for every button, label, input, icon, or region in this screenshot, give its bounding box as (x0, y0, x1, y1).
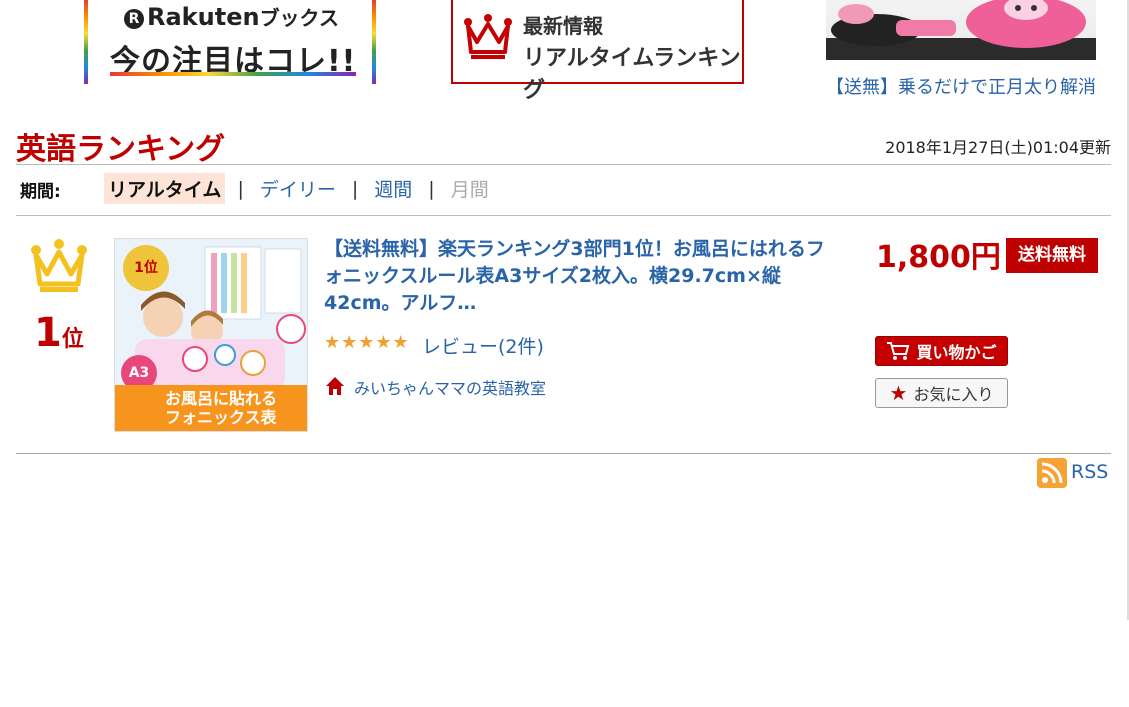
add-to-favorites-button[interactable]: ★ お気に入り (875, 378, 1008, 408)
divider (16, 453, 1111, 454)
product-title-link[interactable]: 【送料無料】楽天ランキング3部門1位！お風呂にはれるフォニックスルール表A3サイ… (324, 236, 834, 317)
shop-link[interactable]: みいちゃんママの英語教室 (354, 375, 546, 399)
tab-separator: | (351, 177, 359, 200)
rainbow-underline (110, 72, 356, 76)
gold-crown-icon (31, 239, 87, 292)
crown-icon (464, 14, 512, 59)
rakuten-books-logo: R Rakutenブックス (124, 2, 339, 31)
thumbnail-caption: お風呂に貼れる フォニックス表 (165, 389, 278, 427)
banner-line1: 最新情報 (523, 14, 603, 38)
rss-icon[interactable] (1037, 458, 1067, 488)
updated-timestamp: 2018年1月27日(土)01:04更新 (885, 138, 1111, 157)
ad-link[interactable]: 【送無】乗るだけで正月太り解消 (826, 74, 1106, 101)
tab-monthly: 月間 (450, 179, 489, 201)
reviews-link[interactable]: レビュー(2件) (422, 332, 544, 359)
tab-weekly[interactable]: 週間 (370, 175, 416, 202)
star-icon: ★ (889, 381, 908, 405)
tab-realtime[interactable]: リアルタイム (104, 173, 226, 204)
product-thumbnail[interactable]: 1位 A3 お風呂に貼れる フォニックス表 (114, 238, 308, 432)
period-tabs: リアルタイム | デイリー | 週間 | 月間 (104, 173, 493, 204)
rakuten-r-icon: R (124, 9, 144, 29)
divider (16, 215, 1111, 216)
tab-separator: | (237, 177, 244, 200)
tab-separator: | (428, 177, 435, 200)
page-title: 英語ランキング (16, 132, 226, 167)
rank-badge: 1位 (123, 245, 169, 291)
divider (16, 164, 1111, 165)
period-label: 期間: (20, 182, 61, 202)
banner-line2: リアルタイムランキング (523, 46, 741, 103)
rss-link[interactable]: RSS (1071, 461, 1108, 483)
realtime-ranking-banner[interactable]: 最新情報 リアルタイムランキング (451, 0, 744, 103)
home-icon (326, 377, 344, 395)
tab-daily[interactable]: デイリー (256, 175, 340, 202)
add-to-cart-button[interactable]: 買い物かご (875, 336, 1008, 366)
ad-product-image[interactable] (826, 0, 1096, 60)
rakuten-books-banner[interactable]: R Rakutenブックス 今の注目はコレ!! (84, 0, 376, 84)
vibration-plate-icon (826, 0, 1096, 60)
star-rating-icon: ★★★★★ (324, 332, 410, 353)
rank-number: 1位 (34, 310, 84, 356)
cart-icon (887, 342, 910, 360)
price: 1,800円 (876, 240, 1001, 275)
free-shipping-badge: 送料無料 (1006, 238, 1098, 273)
